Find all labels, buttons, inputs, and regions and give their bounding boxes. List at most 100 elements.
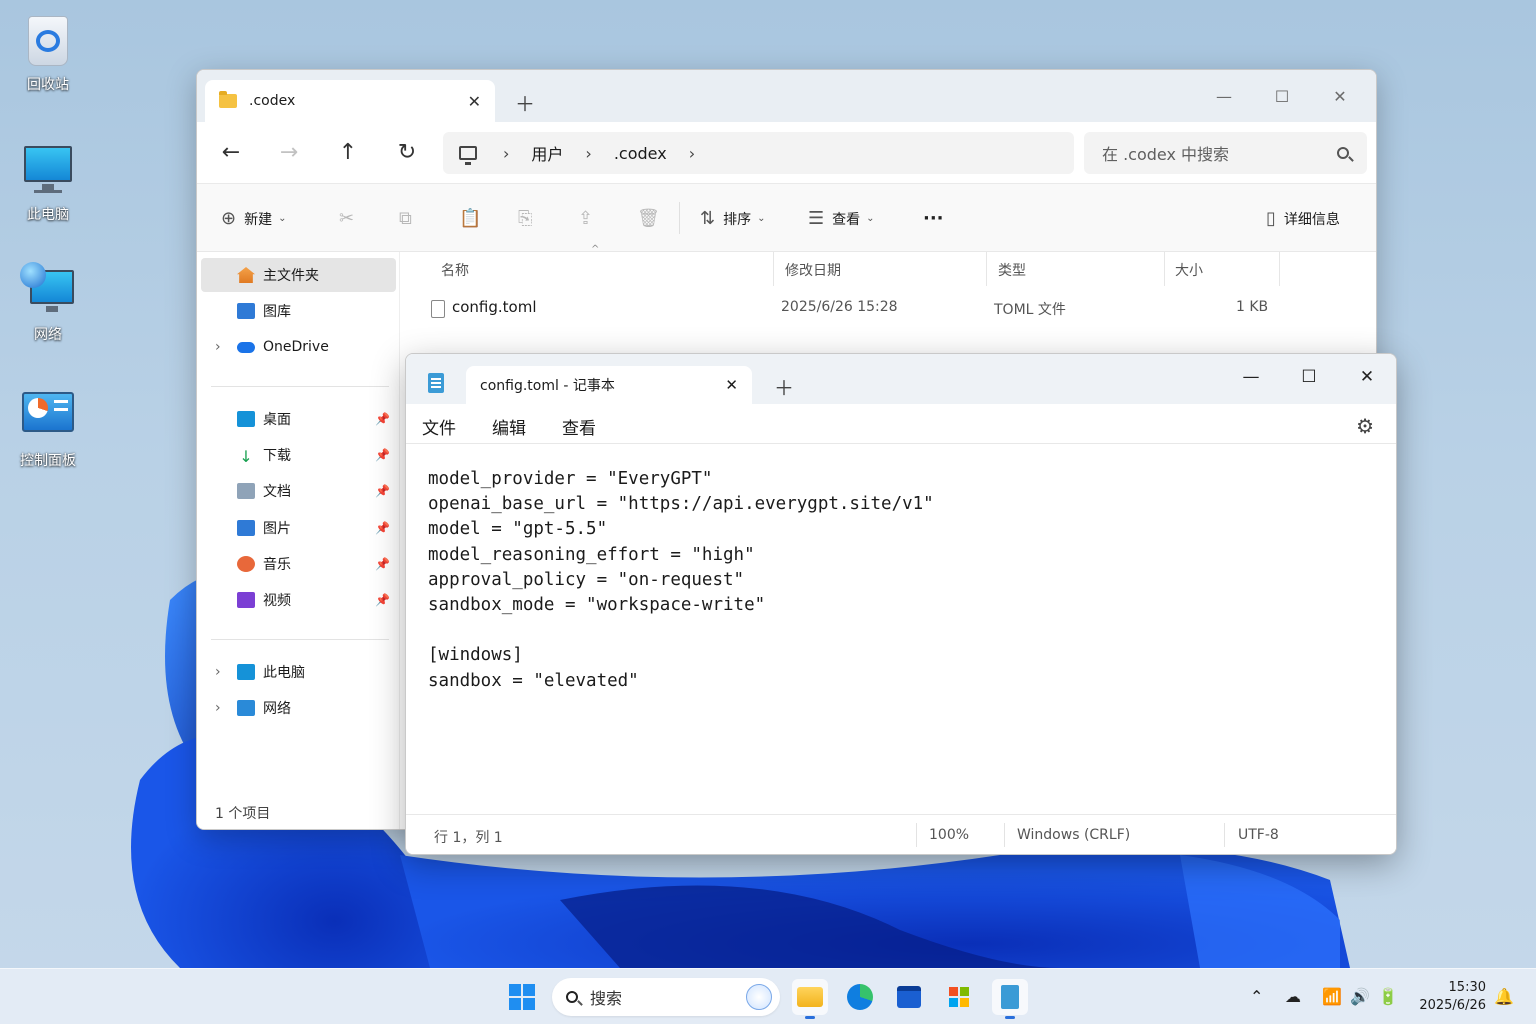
taskbar-edge[interactable] — [842, 979, 878, 1015]
search-input[interactable]: 在 .codex 中搜索 — [1084, 132, 1367, 174]
sidebar-item-onedrive[interactable]: › OneDrive — [201, 330, 396, 364]
details-pane-button[interactable]: ▯ 详细信息 — [1266, 208, 1340, 229]
minimize-button[interactable]: — — [1195, 78, 1253, 114]
menu-view[interactable]: 查看 — [562, 414, 596, 439]
taskbar-file-explorer[interactable] — [792, 979, 828, 1019]
back-button[interactable]: ← — [216, 140, 246, 165]
sidebar-item-pictures[interactable]: 图片 📌 — [201, 511, 396, 545]
column-header-name[interactable]: 名称 — [441, 260, 469, 280]
delete-button[interactable]: 🗑 — [637, 208, 668, 229]
encoding[interactable]: UTF-8 — [1238, 827, 1279, 843]
more-options-button[interactable]: ··· — [923, 208, 952, 229]
taskbar-notepad[interactable] — [992, 979, 1028, 1019]
text-editor[interactable]: model_provider = "EveryGPT" openai_base_… — [406, 445, 1396, 815]
volume-icon[interactable]: 🔊 — [1350, 987, 1370, 1006]
desktop-icon-label: 控制面板 — [20, 453, 76, 469]
notepad-tab[interactable]: config.toml - 记事本 ✕ — [466, 366, 752, 404]
desktop-icon-control-panel[interactable]: 控制面板 — [8, 388, 88, 470]
new-tab-button[interactable]: ＋ — [515, 88, 535, 117]
sidebar-item-network[interactable]: › 网络 — [201, 691, 396, 725]
pin-icon[interactable]: 📌 — [375, 484, 390, 498]
taskbar-store[interactable] — [891, 979, 927, 1015]
chevron-right-icon[interactable]: › — [215, 339, 221, 355]
menu-file[interactable]: 文件 — [422, 414, 456, 439]
notification-bell-icon[interactable]: 🔔 — [1494, 987, 1514, 1006]
maximize-button[interactable]: ☐ — [1253, 78, 1311, 114]
sidebar-item-home[interactable]: 主文件夹 — [201, 258, 396, 292]
sidebar-item-gallery[interactable]: 图库 — [201, 294, 396, 328]
up-button[interactable]: ↑ — [333, 140, 363, 165]
pin-icon[interactable]: 📌 — [375, 412, 390, 426]
explorer-titlebar[interactable]: .codex ✕ ＋ — ☐ ✕ — [197, 70, 1376, 122]
copilot-icon[interactable] — [746, 984, 772, 1010]
sidebar-item-documents[interactable]: 文档 📌 — [201, 474, 396, 508]
close-tab-icon[interactable]: ✕ — [468, 92, 481, 111]
line-ending[interactable]: Windows (CRLF) — [1017, 827, 1130, 843]
sidebar-item-desktop[interactable]: 桌面 📌 — [201, 402, 396, 436]
close-button[interactable]: ✕ — [1311, 78, 1369, 114]
new-tab-button[interactable]: ＋ — [774, 372, 794, 401]
settings-gear-icon[interactable]: ⚙ — [1356, 414, 1374, 438]
share-button[interactable]: ⇪ — [578, 208, 601, 229]
zoom-level[interactable]: 100% — [929, 827, 969, 843]
explorer-tab[interactable]: .codex ✕ — [205, 80, 495, 122]
forward-button[interactable]: → — [274, 140, 304, 165]
sidebar-item-downloads[interactable]: ↓ 下载 📌 — [201, 438, 396, 472]
notepad-titlebar[interactable]: config.toml - 记事本 ✕ ＋ — ☐ ✕ — [406, 354, 1396, 404]
table-row[interactable]: config.toml 2025/6/26 15:28 TOML 文件 1 KB — [431, 298, 1279, 322]
desktop-icon-this-pc[interactable]: 此电脑 — [8, 142, 88, 224]
copy-button[interactable]: ⧉ — [399, 208, 420, 229]
menu-edit[interactable]: 编辑 — [492, 414, 526, 439]
pin-icon[interactable]: 📌 — [375, 593, 390, 607]
sort-button[interactable]: ⇅ 排序 ⌄ — [700, 208, 765, 229]
chevron-right-icon[interactable]: › — [503, 144, 509, 163]
battery-icon[interactable]: 🔋 — [1378, 987, 1398, 1006]
chevron-right-icon[interactable]: › — [215, 700, 221, 716]
start-button[interactable] — [504, 979, 540, 1015]
wifi-icon[interactable]: 📶 — [1322, 987, 1342, 1006]
column-header-type[interactable]: 类型 — [998, 260, 1026, 280]
close-tab-icon[interactable]: ✕ — [725, 376, 738, 394]
address-bar[interactable]: › 用户 › .codex › — [443, 132, 1074, 174]
document-icon — [237, 483, 255, 499]
cut-button[interactable]: ✂ — [339, 208, 362, 229]
pin-icon[interactable]: 📌 — [375, 448, 390, 462]
clock[interactable]: 15:30 2025/6/26 — [1419, 979, 1486, 1015]
view-button[interactable]: ☰ 查看 ⌄ — [808, 208, 875, 229]
breadcrumb-segment[interactable]: 用户 — [531, 141, 563, 165]
sidebar-item-music[interactable]: 音乐 📌 — [201, 547, 396, 581]
close-button[interactable]: ✕ — [1338, 360, 1396, 394]
chevron-right-icon[interactable]: › — [215, 664, 221, 680]
breadcrumb-segment[interactable]: .codex — [614, 144, 667, 163]
column-header-modified[interactable]: 修改日期 — [785, 260, 841, 280]
notepad-menubar: 文件 编辑 查看 ⚙ — [406, 404, 1396, 444]
taskbar-search[interactable]: 搜索 — [552, 978, 780, 1016]
column-divider[interactable] — [986, 252, 987, 286]
new-button[interactable]: ⊕ 新建 ⌄ — [221, 208, 286, 229]
rename-button[interactable]: ⎘ — [518, 208, 540, 229]
onedrive-cloud-icon[interactable]: ☁ — [1285, 987, 1301, 1006]
file-type: TOML 文件 — [994, 302, 1066, 318]
editor-content[interactable]: model_provider = "EveryGPT" openai_base_… — [406, 445, 1396, 694]
desktop-icon-network[interactable]: 网络 — [8, 262, 88, 344]
column-divider[interactable] — [1164, 252, 1165, 286]
chevron-up-icon[interactable]: ⌃ — [1250, 987, 1263, 1006]
pin-icon[interactable]: 📌 — [375, 557, 390, 571]
pin-icon[interactable]: 📌 — [375, 521, 390, 535]
notepad-window[interactable]: config.toml - 记事本 ✕ ＋ — ☐ ✕ 文件 编辑 查看 ⚙ m… — [405, 353, 1397, 855]
column-divider[interactable] — [1279, 252, 1280, 286]
column-divider[interactable] — [773, 252, 774, 286]
column-header-size[interactable]: 大小 — [1175, 260, 1203, 280]
sidebar-item-this-pc[interactable]: › 此电脑 — [201, 655, 396, 689]
chevron-right-icon[interactable]: › — [689, 144, 695, 163]
refresh-button[interactable]: ↻ — [392, 140, 422, 165]
sidebar-item-videos[interactable]: 视频 📌 — [201, 583, 396, 617]
taskbar-control-panel[interactable] — [941, 979, 977, 1015]
navigation-pane: 主文件夹 图库 › OneDrive 桌面 📌 ↓ 下载 📌 文档 📌 图片 📌… — [197, 252, 400, 829]
paste-button[interactable]: 📋 — [459, 208, 489, 229]
desktop-icon-recycle-bin[interactable]: 回收站 — [8, 12, 88, 94]
minimize-button[interactable]: — — [1222, 360, 1280, 394]
maximize-button[interactable]: ☐ — [1280, 360, 1338, 394]
chevron-right-icon[interactable]: › — [585, 144, 591, 163]
file-modified: 2025/6/26 15:28 — [781, 299, 898, 315]
